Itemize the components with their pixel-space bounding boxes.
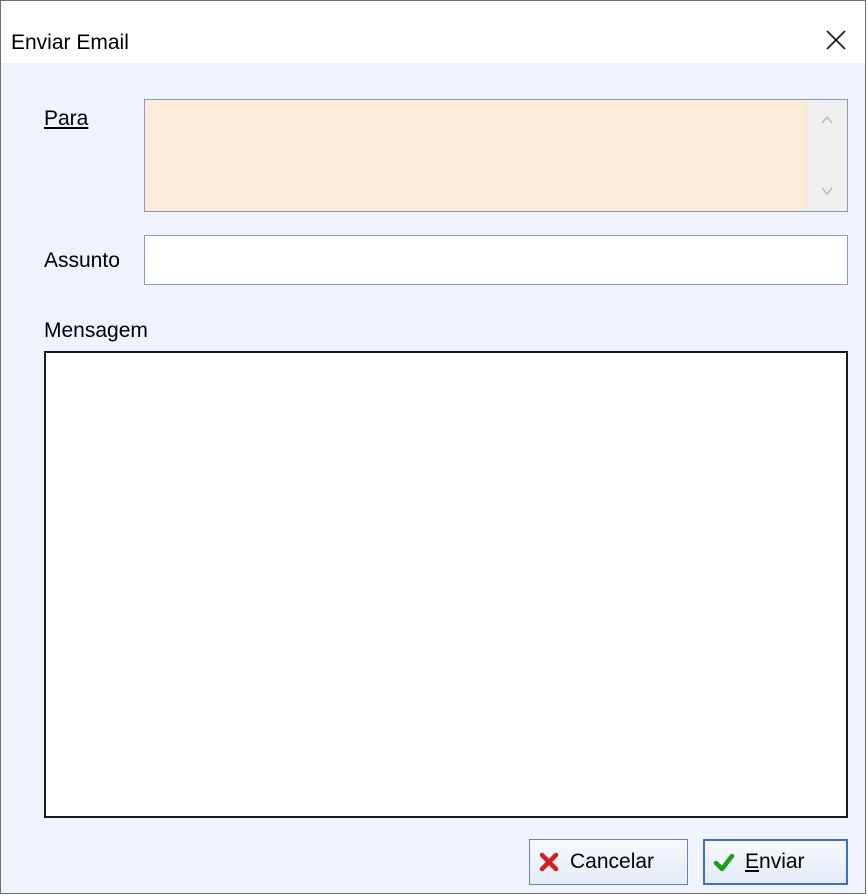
cancel-button-label: Cancelar (570, 850, 655, 873)
scroll-down-button[interactable] (807, 171, 847, 211)
chevron-down-icon (821, 187, 833, 196)
message-label: Mensagem (44, 319, 148, 342)
title-bar: Enviar Email (1, 1, 865, 63)
subject-label: Assunto (44, 249, 120, 272)
chevron-up-icon (821, 115, 833, 124)
to-field-scrollbar[interactable] (806, 100, 847, 211)
to-input[interactable] (145, 100, 805, 211)
dialog-title: Enviar Email (11, 31, 129, 54)
send-email-dialog: Enviar Email Para Assunto Mensagem Cance… (0, 0, 866, 894)
cancel-button[interactable]: Cancelar (529, 839, 688, 885)
subject-input[interactable] (144, 235, 848, 285)
send-button[interactable]: Enviar (703, 839, 848, 885)
to-field[interactable] (144, 99, 848, 212)
send-button-label: Enviar (745, 850, 805, 873)
message-textarea[interactable] (44, 351, 848, 818)
scroll-up-button[interactable] (807, 100, 847, 140)
green-check-icon (713, 853, 735, 872)
red-x-icon (539, 852, 559, 872)
close-button[interactable] (807, 17, 865, 63)
close-icon (826, 30, 846, 50)
to-label: Para (44, 107, 89, 130)
